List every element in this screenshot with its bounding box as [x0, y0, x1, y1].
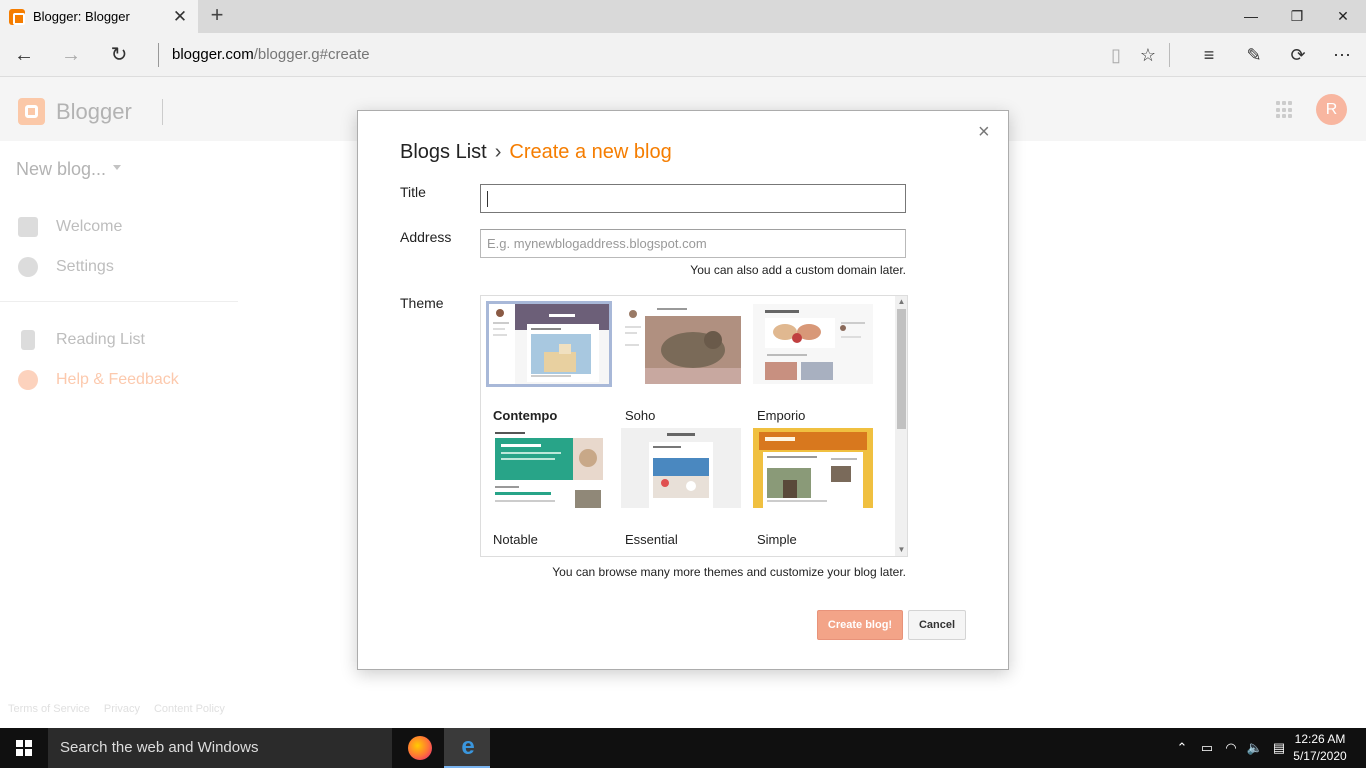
cancel-button[interactable]: Cancel — [908, 610, 966, 640]
window-close-button[interactable]: ✕ — [1320, 0, 1366, 33]
scroll-up-icon[interactable]: ▲ — [895, 296, 907, 308]
clock-time: 12:26 AM — [1294, 732, 1346, 746]
close-icon[interactable]: × — [978, 121, 990, 144]
show-hidden-icons[interactable]: ⌃ — [1172, 728, 1192, 768]
simple-thumbnail — [753, 428, 873, 508]
notifications-icon[interactable]: ▤ — [1269, 728, 1289, 768]
essential-thumbnail — [621, 428, 741, 508]
address-bar[interactable]: blogger.com/blogger.g#create — [172, 46, 370, 63]
new-tab-button[interactable]: + — [205, 4, 229, 28]
tab-close-icon[interactable]: ✕ — [168, 7, 192, 27]
share-icon[interactable]: ⟳ — [1285, 42, 1311, 68]
notable-thumbnail — [489, 428, 609, 508]
gear-icon — [18, 257, 38, 277]
wifi-icon[interactable]: ◠ — [1221, 728, 1241, 768]
forward-button[interactable]: → — [56, 41, 86, 69]
theme-picker[interactable]: Contempo Soho Emporio Notable Essential … — [480, 295, 908, 557]
taskbar: Search the web and Windows e ⌃ ▭ ◠ 🔈 ▤ 1… — [0, 728, 1366, 768]
sidebar-item-reading-list[interactable]: Reading List — [18, 329, 145, 351]
favorite-star-icon[interactable]: ☆ — [1135, 42, 1161, 68]
clock-date: 5/17/2020 — [1293, 749, 1347, 763]
more-icon[interactable]: ⋯ — [1329, 42, 1355, 68]
web-note-icon[interactable]: ✎ — [1241, 42, 1267, 68]
blogger-favicon-icon — [9, 8, 25, 25]
reading-view-icon[interactable]: ▯ — [1103, 42, 1129, 68]
browser-tab-bar: Blogger: Blogger ✕ + — ❐ ✕ — [0, 0, 1366, 33]
apps-grid-icon[interactable] — [1276, 101, 1294, 119]
blogger-icon — [18, 217, 38, 237]
sidebar-item-welcome[interactable]: Welcome — [18, 216, 122, 238]
theme-name: Contempo — [493, 408, 558, 423]
help-icon — [18, 370, 38, 390]
new-blog-dropdown[interactable]: New blog... — [16, 159, 106, 180]
theme-hint: You can browse many more themes and cust… — [552, 565, 906, 579]
address-separator — [158, 43, 159, 67]
start-button[interactable] — [0, 728, 48, 768]
tab-title: Blogger: Blogger — [33, 9, 130, 24]
theme-name: Notable — [493, 532, 538, 547]
theme-name: Essential — [625, 532, 678, 547]
breadcrumb-current: Create a new blog — [509, 141, 672, 163]
firefox-taskbar-button[interactable] — [396, 728, 442, 768]
address-field[interactable]: E.g. mynewblogaddress.blogspot.com — [480, 229, 906, 258]
scroll-down-icon[interactable]: ▼ — [895, 544, 907, 556]
sidebar-item-label: Help & Feedback — [56, 371, 179, 388]
sidebar-item-help[interactable]: Help & Feedback — [18, 369, 179, 391]
content-policy-link[interactable]: Content Policy — [154, 703, 225, 715]
volume-icon[interactable]: 🔈 — [1245, 728, 1265, 768]
sidebar-item-label: Reading List — [56, 331, 145, 348]
bookmark-icon — [21, 330, 35, 350]
soho-thumbnail — [621, 304, 741, 384]
blogger-logo-icon[interactable] — [18, 98, 45, 125]
contempo-thumbnail — [486, 301, 612, 387]
taskbar-clock[interactable]: 12:26 AM 5/17/2020 — [1290, 731, 1350, 765]
firefox-icon — [408, 736, 432, 760]
address-hint: You can also add a custom domain later. — [690, 263, 906, 277]
address-label: Address — [400, 229, 452, 245]
browser-tab[interactable]: Blogger: Blogger ✕ — [0, 0, 198, 33]
edge-taskbar-button[interactable]: e — [444, 728, 490, 768]
breadcrumb: Blogs List › Create a new blog — [400, 141, 672, 164]
address-path: /blogger.g#create — [253, 46, 370, 63]
chevron-down-icon — [113, 165, 121, 170]
windows-logo-icon — [16, 740, 32, 756]
browser-nav-bar: ← → ↻ blogger.com/blogger.g#create ▯ ☆ ≡… — [0, 33, 1366, 77]
theme-name: Simple — [757, 532, 797, 547]
sidebar-item-label: Welcome — [56, 218, 123, 235]
breadcrumb-separator: › — [494, 141, 502, 163]
text-caret — [487, 191, 488, 207]
restore-button[interactable]: ❐ — [1274, 0, 1320, 33]
create-blog-button[interactable]: Create blog! — [817, 610, 903, 640]
theme-label: Theme — [400, 295, 444, 311]
terms-link[interactable]: Terms of Service — [8, 703, 90, 715]
header-separator — [162, 99, 163, 125]
minimize-button[interactable]: — — [1228, 0, 1274, 33]
footer-links: Terms of Service Privacy Content Policy — [8, 703, 239, 715]
toolbar-separator — [1169, 43, 1170, 67]
edge-icon: e — [461, 733, 475, 760]
taskbar-search[interactable]: Search the web and Windows — [48, 728, 392, 768]
title-label: Title — [400, 184, 426, 200]
scroll-thumb[interactable] — [897, 309, 906, 429]
privacy-link[interactable]: Privacy — [104, 703, 140, 715]
address-host: blogger.com — [172, 46, 254, 63]
theme-scrollbar[interactable]: ▲ ▼ — [895, 296, 907, 556]
battery-icon[interactable]: ▭ — [1197, 728, 1217, 768]
sidebar-divider — [0, 301, 238, 302]
theme-name: Soho — [625, 408, 656, 423]
blogger-brand[interactable]: Blogger — [56, 99, 132, 125]
back-button[interactable]: ← — [9, 41, 39, 69]
sidebar-item-settings[interactable]: Settings — [18, 256, 114, 278]
address-placeholder: E.g. mynewblogaddress.blogspot.com — [487, 236, 707, 251]
theme-name: Emporio — [757, 408, 806, 423]
hub-icon[interactable]: ≡ — [1196, 42, 1222, 68]
title-field[interactable] — [480, 184, 906, 213]
breadcrumb-blogs-list[interactable]: Blogs List — [400, 141, 487, 163]
sidebar-item-label: Settings — [56, 258, 114, 275]
create-blog-dialog: × Blogs List › Create a new blog Title Add… — [357, 110, 1009, 670]
emporio-thumbnail — [753, 304, 873, 384]
avatar[interactable]: R — [1316, 94, 1347, 125]
refresh-button[interactable]: ↻ — [104, 41, 134, 69]
